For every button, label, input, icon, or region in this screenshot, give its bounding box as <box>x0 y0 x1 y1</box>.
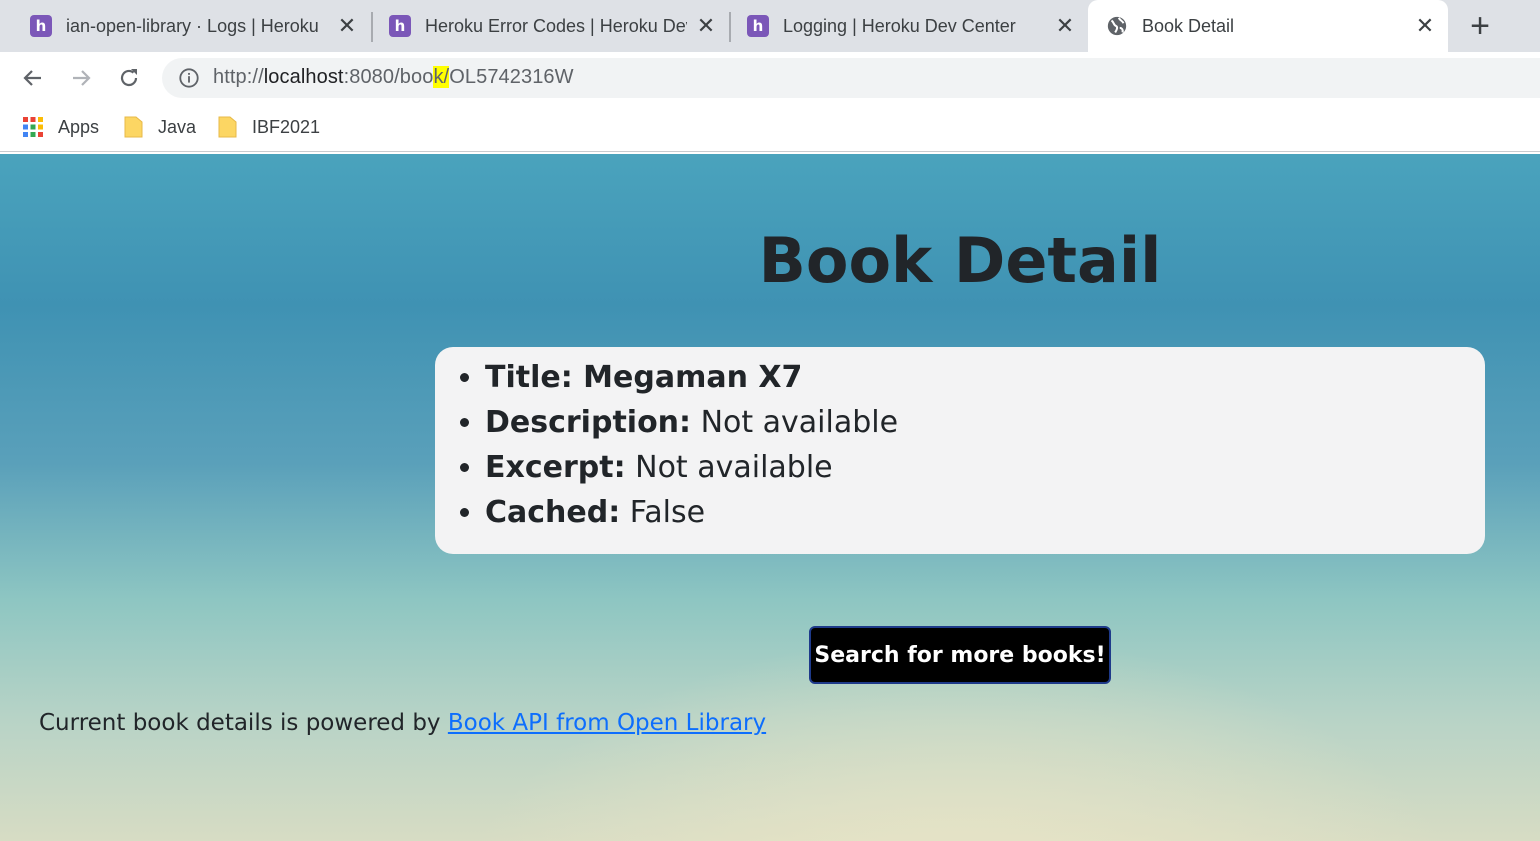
page-viewport: Book Detail Title: Megaman X7 Descriptio… <box>0 154 1540 841</box>
detail-key: Cached: <box>485 495 621 530</box>
apps-grid-icon <box>23 117 43 137</box>
url-host: localhost <box>263 66 344 88</box>
reload-icon <box>120 69 138 87</box>
new-tab-button[interactable]: + <box>1462 7 1498 45</box>
folder-icon <box>124 116 143 138</box>
url-highlight: k/ <box>433 66 450 88</box>
page-title: Book Detail <box>758 224 1162 297</box>
tab-strip: h ian-open-library · Logs | Heroku ✕ h H… <box>0 0 1540 52</box>
detail-key: Description: <box>485 405 692 440</box>
detail-value: Not available <box>625 450 833 485</box>
detail-value: False <box>620 495 706 530</box>
detail-value: Not available <box>691 405 899 440</box>
url-text[interactable]: http://localhost:8080/book/OL5742316W <box>213 66 574 89</box>
detail-cached: Cached: False <box>485 490 898 535</box>
heroku-icon: h <box>30 15 52 37</box>
tab-heroku-logging[interactable]: h Logging | Heroku Dev Center ✕ <box>731 0 1088 52</box>
address-bar[interactable]: http://localhost:8080/book/OL5742316W <box>162 58 1540 98</box>
url-path-end: OL5742316W <box>449 66 574 88</box>
bookmark-apps[interactable]: Apps <box>22 114 99 140</box>
tab-heroku-error-codes[interactable]: h Heroku Error Codes | Heroku Dev ✕ <box>373 0 729 52</box>
bookmark-label: Java <box>158 116 197 137</box>
footer-attribution: Current book details is powered by Book … <box>39 710 766 736</box>
folder-icon <box>218 116 237 138</box>
detail-key: Excerpt: <box>485 450 626 485</box>
bookmark-ibf2021[interactable]: IBF2021 <box>218 114 320 140</box>
globe-icon <box>1107 16 1127 36</box>
bookmarks-bar: Apps Java IBF2021 <box>0 104 1540 152</box>
tab-title: Book Detail <box>1142 15 1235 36</box>
back-button[interactable] <box>17 62 49 94</box>
reload-button[interactable] <box>113 62 145 94</box>
close-icon[interactable]: ✕ <box>336 13 358 38</box>
bookmark-label: IBF2021 <box>252 116 321 137</box>
heroku-icon: h <box>389 15 411 37</box>
detail-excerpt: Excerpt: Not available <box>485 445 898 490</box>
arrow-right-icon <box>73 70 91 86</box>
arrow-left-icon <box>23 70 41 86</box>
tab-title: Logging | Heroku Dev Center <box>783 15 1016 36</box>
tab-title: Heroku Error Codes | Heroku Dev <box>425 15 687 36</box>
bookmark-label: Apps <box>58 116 100 137</box>
book-details-card: Title: Megaman X7 Description: Not avail… <box>435 347 1485 554</box>
close-icon[interactable]: ✕ <box>1414 13 1436 38</box>
footer-prefix: Current book details is powered by <box>39 710 448 736</box>
bookmark-java[interactable]: Java <box>124 114 196 140</box>
info-icon[interactable] <box>178 67 200 89</box>
heroku-icon: h <box>747 15 769 37</box>
tab-heroku-logs[interactable]: h ian-open-library · Logs | Heroku ✕ <box>0 0 370 52</box>
book-details-list: Title: Megaman X7 Description: Not avail… <box>485 355 898 535</box>
detail-description: Description: Not available <box>485 400 898 445</box>
close-icon[interactable]: ✕ <box>695 13 717 38</box>
detail-key: Title: Megaman X7 <box>485 360 803 395</box>
search-more-books-button[interactable]: Search for more books! <box>809 626 1111 684</box>
detail-title: Title: Megaman X7 <box>485 355 898 400</box>
tab-title: ian-open-library · Logs | Heroku <box>66 15 319 36</box>
tab-book-detail[interactable]: Book Detail ✕ <box>1088 0 1448 52</box>
url-path: :8080/boo <box>343 66 434 88</box>
close-icon[interactable]: ✕ <box>1054 13 1076 38</box>
open-library-link[interactable]: Book API from Open Library <box>448 710 766 736</box>
forward-button[interactable] <box>65 62 97 94</box>
browser-toolbar: http://localhost:8080/book/OL5742316W <box>0 52 1540 104</box>
url-scheme: http:// <box>213 66 264 88</box>
